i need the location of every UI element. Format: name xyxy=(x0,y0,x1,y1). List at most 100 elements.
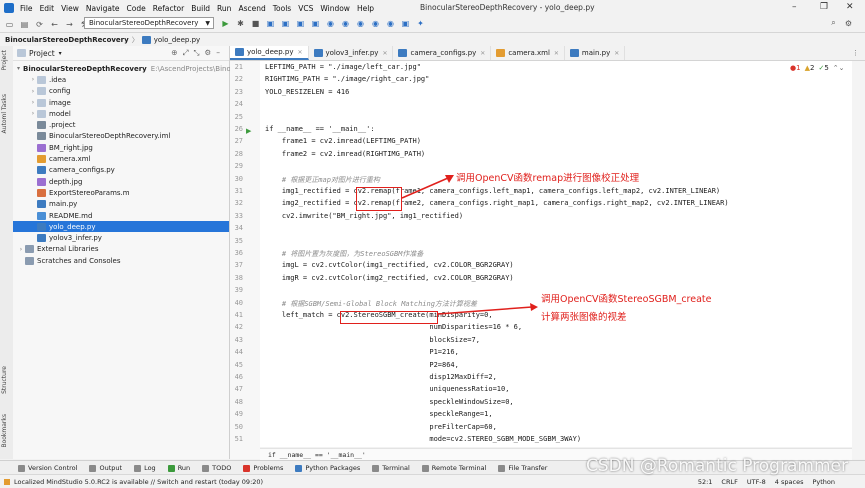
menu-run[interactable]: Run xyxy=(217,4,231,13)
deploy-icon[interactable]: ▣ xyxy=(280,18,291,29)
menu-code[interactable]: Code xyxy=(127,4,146,13)
monitor-icon[interactable]: ◉ xyxy=(325,18,336,29)
expand-arrow-icon[interactable]: › xyxy=(29,99,37,106)
expand-arrow-icon[interactable]: › xyxy=(29,110,37,117)
tree-item[interactable]: › image xyxy=(13,97,229,108)
tab-main[interactable]: main.py ✕ xyxy=(565,46,626,60)
tool-problems[interactable]: Problems xyxy=(243,464,283,472)
tree-item[interactable]: main.py xyxy=(13,199,229,210)
forward-icon[interactable]: → xyxy=(64,19,75,30)
expand-arrow-icon[interactable]: › xyxy=(29,76,37,83)
tree-item[interactable]: ▾ BinocularStereoDepthRecovery E:\AscendPr… xyxy=(13,63,235,74)
interpreter[interactable]: Python xyxy=(812,478,835,486)
code-editor[interactable]: LEFTIMG_PATH = "./image/left_car.jpg" RIG… xyxy=(260,61,852,447)
menu-vcs[interactable]: VCS xyxy=(298,4,313,13)
compare-icon[interactable]: ◉ xyxy=(355,18,366,29)
vertical-scrollbar[interactable] xyxy=(852,61,865,459)
menu-file[interactable]: File xyxy=(20,4,33,13)
chevron-down-icon[interactable]: ⌄ xyxy=(839,64,845,72)
side-tab-bookmarks[interactable]: Bookmarks xyxy=(1,414,8,448)
settings-ascend-icon[interactable]: ✦ xyxy=(415,18,426,29)
more-icon[interactable]: ⋮ xyxy=(852,49,859,57)
profiling-icon[interactable]: ▣ xyxy=(310,18,321,29)
tool-output[interactable]: Output xyxy=(89,464,122,472)
expand-arrow-icon[interactable]: › xyxy=(29,88,37,95)
run-configuration-select[interactable]: BinocularStereoDepthRecovery ▼ xyxy=(84,17,214,29)
search-model-icon[interactable]: ◉ xyxy=(385,18,396,29)
tree-item[interactable]: camera.xml xyxy=(13,153,229,164)
run-icon[interactable]: ▶ xyxy=(220,18,231,29)
side-tab-structure[interactable]: Structure xyxy=(1,366,8,394)
menu-build[interactable]: Build xyxy=(191,4,210,13)
restore-icon[interactable]: ❐ xyxy=(820,2,828,12)
tree-item[interactable]: › config xyxy=(13,86,229,97)
dataset-icon[interactable]: ▣ xyxy=(295,18,306,29)
tree-item[interactable]: yolo_deep.py xyxy=(13,221,229,233)
tree-item[interactable]: › External Libraries xyxy=(13,244,229,255)
file-encoding[interactable]: UTF-8 xyxy=(747,478,766,486)
tool-version-control[interactable]: Version Control xyxy=(18,464,77,472)
tool-run[interactable]: Run xyxy=(167,464,190,472)
save-all-icon[interactable]: ▤ xyxy=(19,19,30,30)
tab-yolov3-infer[interactable]: yolov3_infer.py ✕ xyxy=(309,46,394,60)
hide-icon[interactable]: – xyxy=(216,48,225,57)
indent-setting[interactable]: 4 spaces xyxy=(775,478,804,486)
tree-item[interactable]: Scratches and Consoles xyxy=(13,255,229,266)
advisor-icon[interactable]: ◉ xyxy=(340,18,351,29)
expand-arrow-icon[interactable]: › xyxy=(17,246,25,253)
caret-position[interactable]: 52:1 xyxy=(698,478,713,486)
breadcrumb-file[interactable]: yolo_deep.py xyxy=(154,36,200,44)
logs-icon[interactable]: ▣ xyxy=(400,18,411,29)
inspection-widget[interactable]: ● 1 ▲ 2 ✓ 5 ⌃ ⌄ xyxy=(790,64,845,72)
breadcrumb-project[interactable]: BinocularStereoDepthRecovery xyxy=(5,36,129,44)
search-icon[interactable]: ⌕ xyxy=(828,18,839,29)
inspect-icon[interactable]: ◉ xyxy=(370,18,381,29)
notification-icon[interactable] xyxy=(4,478,10,485)
tool-remote-terminal[interactable]: Remote Terminal xyxy=(421,464,486,472)
open-folder-icon[interactable]: ▭ xyxy=(4,19,15,30)
stop-icon[interactable]: ■ xyxy=(250,18,261,29)
project-panel-title[interactable]: Project xyxy=(29,49,55,58)
chevron-down-icon[interactable]: ▾ xyxy=(59,50,62,57)
tab-camera-configs[interactable]: camera_configs.py ✕ xyxy=(393,46,492,60)
tree-item[interactable]: ExportStereoParams.m xyxy=(13,187,229,198)
menu-navigate[interactable]: Navigate xyxy=(86,4,120,13)
tree-item[interactable]: yolov3_infer.py xyxy=(13,232,229,243)
status-message[interactable]: Localized MindStudio 5.0.RC2 is availabl… xyxy=(14,478,263,486)
menu-help[interactable]: Help xyxy=(357,4,374,13)
locate-icon[interactable]: ⊕ xyxy=(171,48,182,57)
sync-icon[interactable]: ⟳ xyxy=(34,19,45,30)
menu-tools[interactable]: Tools xyxy=(273,4,291,13)
tree-item[interactable]: camera_configs.py xyxy=(13,165,229,176)
tree-item[interactable]: › model xyxy=(13,108,229,119)
gear-icon[interactable]: ⚙ xyxy=(205,48,217,57)
menu-window[interactable]: Window xyxy=(320,4,350,13)
tree-item[interactable]: README.md xyxy=(13,210,229,221)
collapse-icon[interactable]: ⤡ xyxy=(194,48,205,57)
close-icon[interactable]: ✕ xyxy=(614,50,619,57)
tab-camera-xml[interactable]: camera.xml ✕ xyxy=(491,46,565,60)
menu-ascend[interactable]: Ascend xyxy=(238,4,265,13)
close-icon[interactable]: ✕ xyxy=(554,50,559,57)
close-icon[interactable]: ✕ xyxy=(297,49,302,56)
line-separator[interactable]: CRLF xyxy=(721,478,737,486)
tool-todo[interactable]: TODO xyxy=(202,464,231,472)
back-icon[interactable]: ← xyxy=(49,19,60,30)
debug-icon[interactable]: ✱ xyxy=(235,18,246,29)
tree-item[interactable]: depth.jpg xyxy=(13,176,229,187)
tree-item[interactable]: BinocularStereoDepthRecovery.iml xyxy=(13,131,229,142)
menu-edit[interactable]: Edit xyxy=(40,4,55,13)
model-converter-icon[interactable]: ▣ xyxy=(265,18,276,29)
gear-icon[interactable]: ⚙ xyxy=(843,18,854,29)
tool-file-transfer[interactable]: File Transfer xyxy=(498,464,547,472)
side-tab-project[interactable]: Project xyxy=(1,50,8,71)
menu-view[interactable]: View xyxy=(61,4,79,13)
close-icon[interactable]: ✕ xyxy=(846,2,854,12)
tool-log[interactable]: Log xyxy=(134,464,156,472)
tab-yolo-deep[interactable]: yolo_deep.py ✕ xyxy=(230,46,309,60)
tool-python-packages[interactable]: Python Packages xyxy=(295,464,360,472)
tree-item[interactable]: BM_right.jpg xyxy=(13,142,229,153)
expand-icon[interactable]: ⤢ xyxy=(183,48,194,57)
tree-item[interactable]: › .idea xyxy=(13,74,229,85)
side-tab-automl[interactable]: Automl Tasks xyxy=(1,94,8,133)
